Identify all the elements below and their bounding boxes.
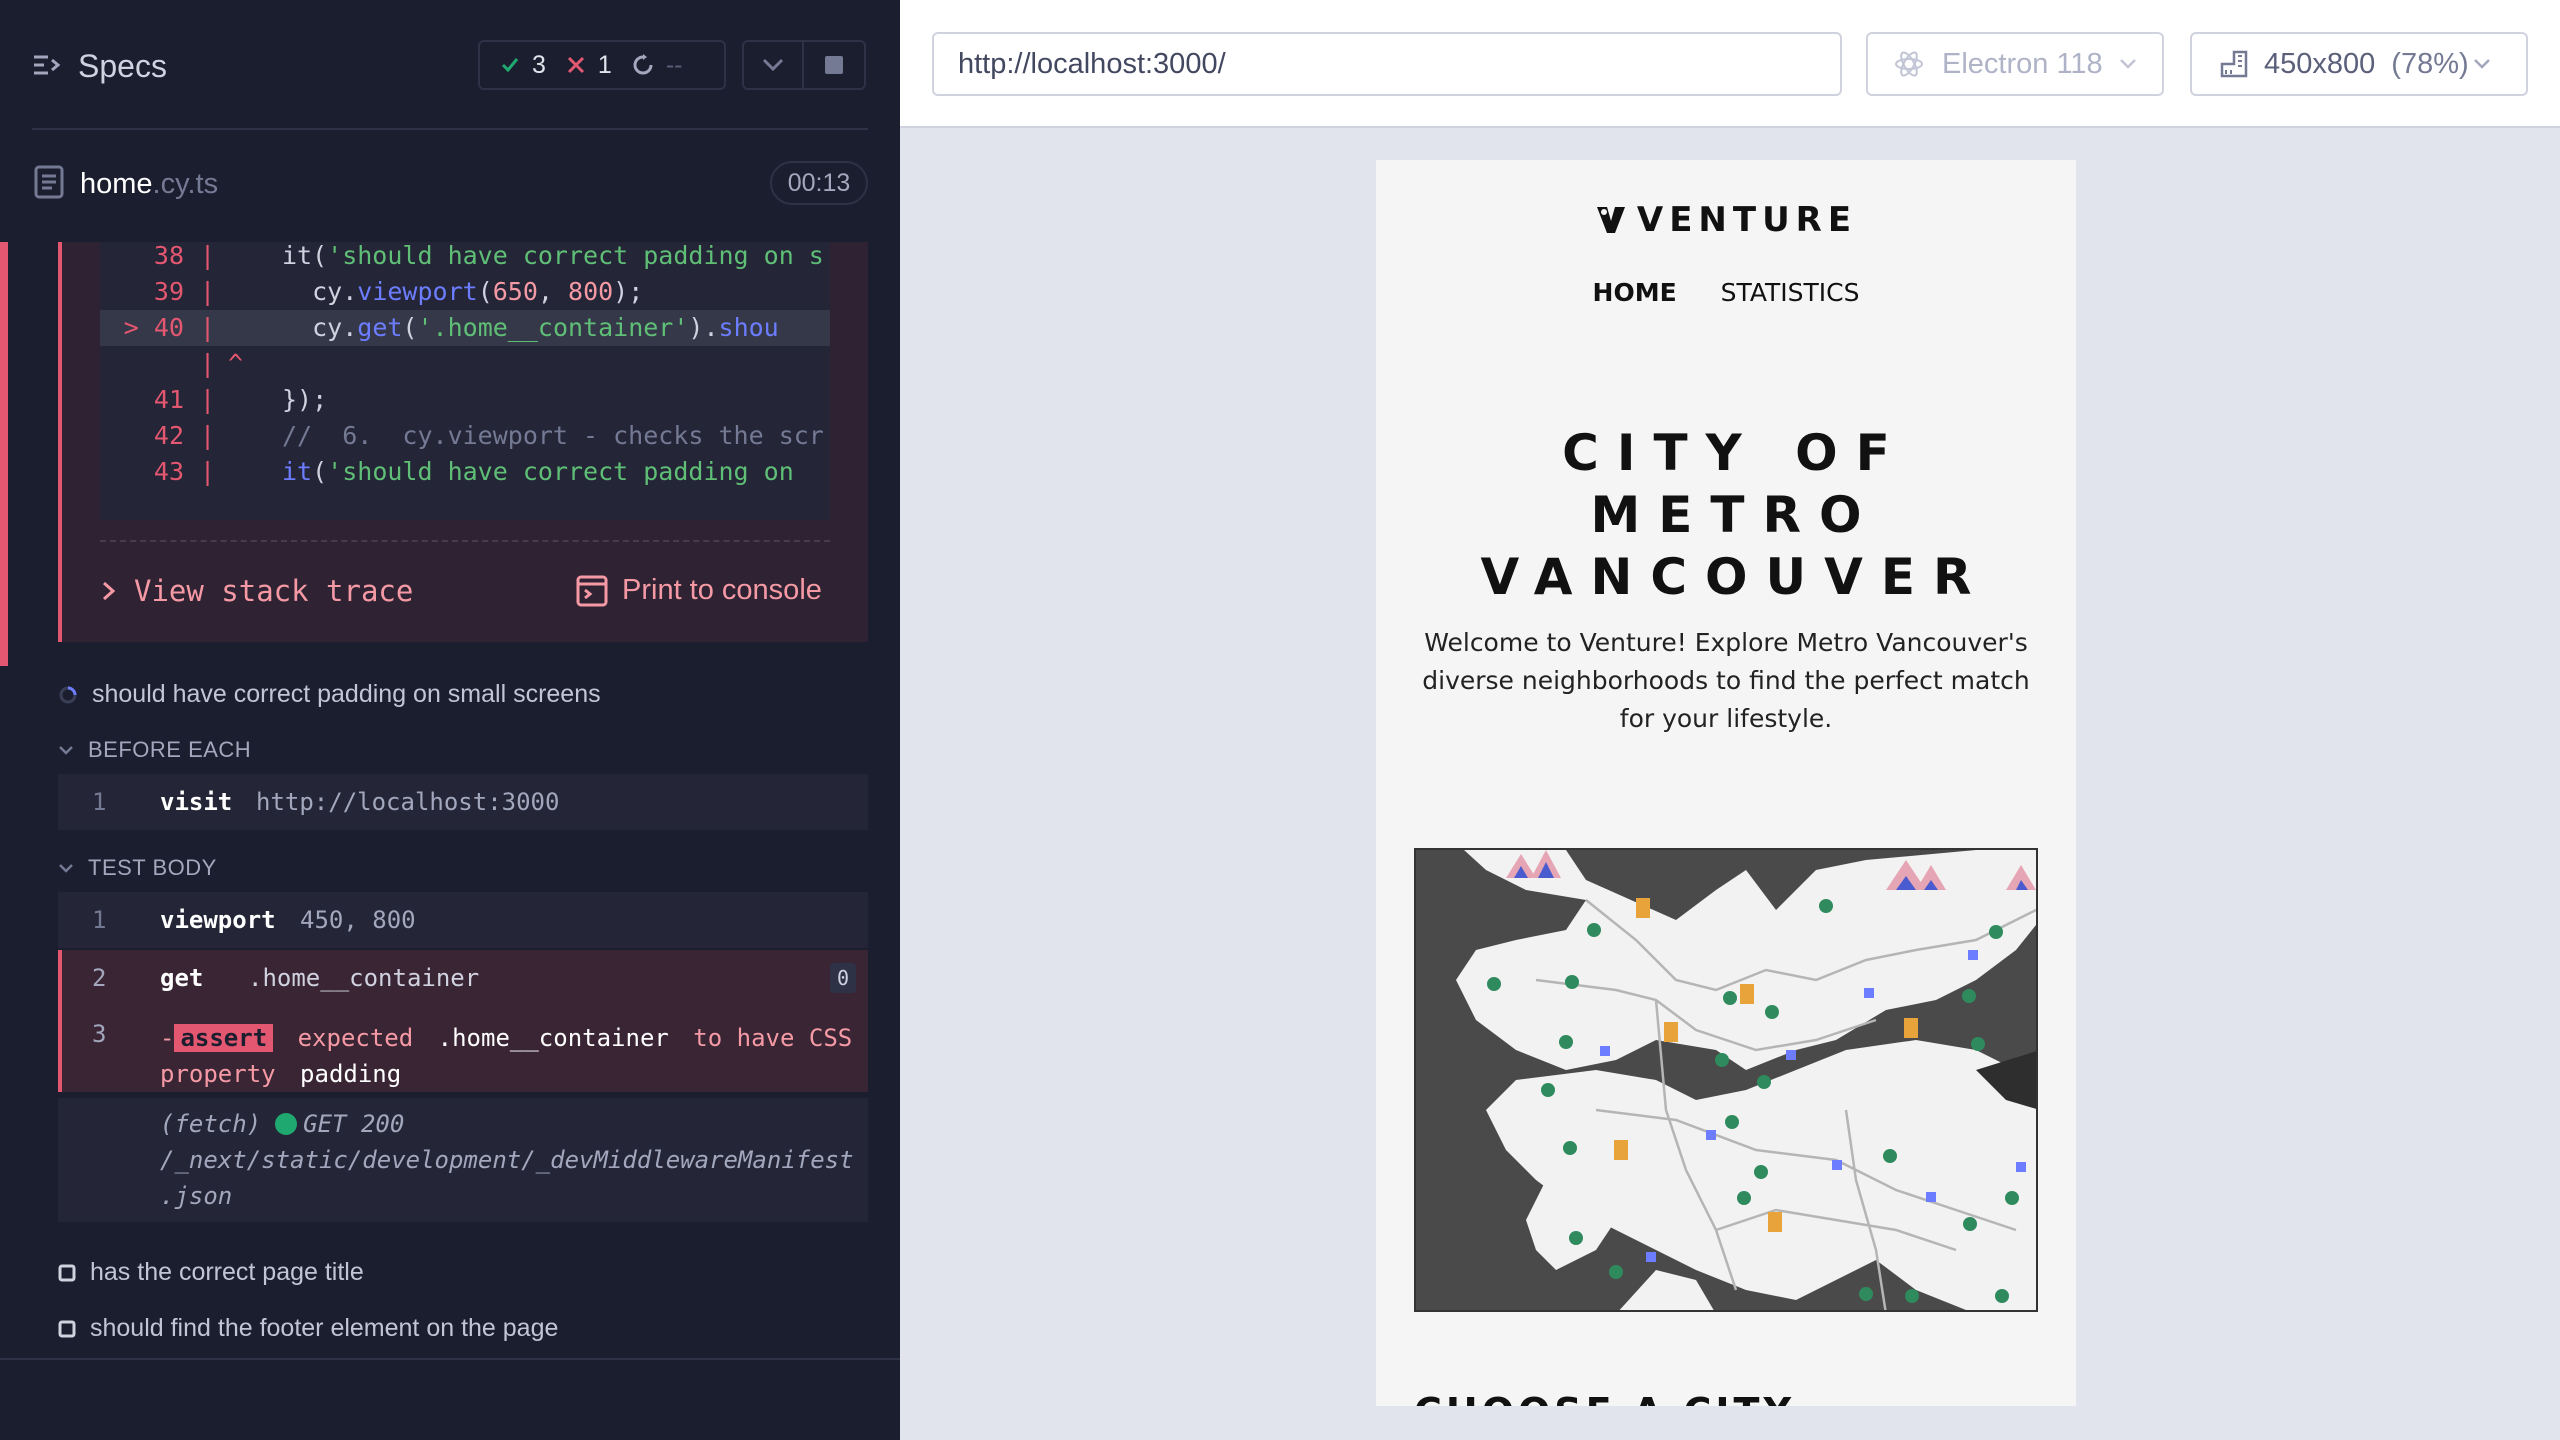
code-line: 42 | // 6. cy.viewport - checks the scr bbox=[100, 418, 830, 454]
nav-home[interactable]: HOME bbox=[1593, 278, 1677, 307]
specs-list-icon[interactable] bbox=[32, 50, 62, 80]
chevron-right-icon bbox=[103, 581, 116, 601]
code-line: > 40 | cy.get('.home__container').shou bbox=[100, 310, 830, 346]
aut-toolbar: http://localhost:3000/ Electron 118 450x… bbox=[900, 0, 2560, 128]
element-count-badge: 0 bbox=[830, 963, 856, 993]
line-number: 38 bbox=[153, 242, 184, 270]
console-icon bbox=[576, 575, 608, 606]
nav-statistics[interactable]: STATISTICS bbox=[1721, 278, 1860, 307]
spec-file-name[interactable]: home.cy.ts bbox=[80, 168, 218, 201]
line-number: 43 bbox=[153, 457, 184, 486]
code-source: ^ bbox=[228, 349, 244, 378]
spec-duration: 00:13 bbox=[770, 161, 868, 205]
print-to-console-button[interactable]: Print to console bbox=[576, 574, 822, 607]
gutter-pipe: | bbox=[200, 242, 216, 270]
code-source: it('should have correct padding on bbox=[282, 457, 809, 486]
chevron-down-icon bbox=[2119, 59, 2136, 69]
choose-city-heading: CHOOSE A CITY bbox=[1414, 1390, 1795, 1406]
command-get-failed[interactable]: 2 get .home__container 0 bbox=[58, 950, 868, 1006]
url-bar[interactable]: http://localhost:3000/ bbox=[932, 32, 1842, 96]
browser-selector[interactable]: Electron 118 bbox=[1866, 32, 2164, 96]
passed-count: 3 bbox=[500, 51, 546, 80]
line-number: 41 bbox=[153, 385, 184, 414]
command-assert-failed[interactable]: 3 - assert expected .home__container to h… bbox=[58, 1006, 868, 1092]
main-nav: HOME STATISTICS bbox=[1376, 278, 2076, 307]
code-line: 43 | it('should have correct padding on bbox=[100, 454, 830, 490]
gutter-pipe: | bbox=[200, 421, 216, 450]
intro-text: Welcome to Venture! Explore Metro Vancou… bbox=[1422, 628, 2030, 733]
header-divider bbox=[32, 128, 868, 130]
electron-icon bbox=[1895, 51, 1923, 77]
code-source: cy.viewport(650, 800); bbox=[282, 277, 644, 306]
code-line: 38 | it('should have correct padding on s bbox=[100, 242, 830, 274]
ruler-icon bbox=[2220, 50, 2248, 78]
code-line: 39 | cy.viewport(650, 800); bbox=[100, 274, 830, 310]
status-ok-dot bbox=[275, 1113, 298, 1135]
reporter-footer-divider bbox=[0, 1358, 900, 1360]
gutter-pipe: | bbox=[200, 313, 216, 342]
x-icon bbox=[567, 56, 584, 74]
pending-count: -- bbox=[632, 51, 682, 80]
code-source: // 6. cy.viewport - checks the scr bbox=[282, 421, 824, 450]
gutter-pipe: | bbox=[200, 277, 216, 306]
code-frame-divider bbox=[100, 540, 830, 542]
pending-spinner-icon bbox=[633, 54, 653, 75]
pending-test-title[interactable]: has the correct page title bbox=[58, 1258, 364, 1287]
running-test-title[interactable]: should have correct padding on small scr… bbox=[58, 680, 601, 709]
vancouver-map-illustration bbox=[1414, 848, 2038, 1312]
failed-test-stripe bbox=[0, 242, 8, 666]
gutter-pipe: | bbox=[200, 385, 216, 414]
command-viewport[interactable]: 1 viewport 450, 800 bbox=[58, 892, 868, 948]
code-source: it('should have correct padding on s bbox=[282, 242, 824, 270]
gutter-pipe: | bbox=[200, 457, 216, 486]
reporter-header: Specs 3 1 -- bbox=[0, 0, 900, 130]
test-stats: 3 1 -- bbox=[478, 40, 726, 90]
line-number: 39 bbox=[153, 277, 184, 306]
hero-title: CITY OF METRO VANCOUVER bbox=[1480, 424, 1990, 606]
gutter-pipe: | bbox=[200, 349, 216, 378]
stop-button[interactable] bbox=[804, 40, 866, 90]
auto-scroll-toggle-button[interactable] bbox=[742, 40, 804, 90]
code-line: | ^ bbox=[100, 346, 830, 382]
test-body-header[interactable]: TEST BODY bbox=[58, 855, 217, 881]
venture-logo[interactable]: VENTURE bbox=[1376, 200, 2076, 240]
command-visit[interactable]: 1 visit http://localhost:3000 bbox=[58, 774, 868, 830]
pending-test-icon bbox=[58, 1320, 76, 1337]
app-preview: VENTURE HOME STATISTICS CITY OF METRO VA… bbox=[1376, 160, 2076, 1406]
fetch-log[interactable]: (fetch) GET 200 /_next/static/development… bbox=[58, 1098, 868, 1222]
chevron-down-icon bbox=[59, 864, 73, 873]
document-icon bbox=[34, 165, 64, 199]
chevron-down-icon bbox=[762, 58, 784, 72]
check-icon bbox=[501, 58, 519, 73]
before-each-hook-header[interactable]: BEFORE EACH bbox=[58, 737, 251, 763]
pending-test-icon bbox=[58, 1264, 76, 1281]
failed-count: 1 bbox=[566, 51, 612, 80]
stop-icon bbox=[825, 56, 843, 74]
code-line: 41 |}); bbox=[100, 382, 830, 418]
line-number: 42 bbox=[153, 421, 184, 450]
code-frame: 38 | it('should have correct padding on s3… bbox=[100, 242, 830, 520]
app-under-test-panel: http://localhost:3000/ Electron 118 450x… bbox=[900, 0, 2560, 1440]
code-source: cy.get('.home__container').shou bbox=[282, 313, 779, 342]
code-source: }); bbox=[282, 385, 328, 414]
view-stack-trace-button[interactable]: View stack trace bbox=[102, 574, 413, 608]
venture-logo-icon bbox=[1596, 207, 1625, 233]
specs-title[interactable]: Specs bbox=[78, 48, 167, 85]
running-spinner-icon bbox=[59, 686, 77, 703]
viewport-info[interactable]: 450x800 (78%) bbox=[2190, 32, 2528, 96]
chevron-down-icon bbox=[59, 746, 73, 755]
assert-tag: assert bbox=[174, 1024, 274, 1052]
chevron-down-icon bbox=[2473, 59, 2490, 69]
pending-test-title[interactable]: should find the footer element on the pa… bbox=[58, 1314, 558, 1343]
reporter-panel: Specs 3 1 -- home.cy.ts 00:13 38 | it('s… bbox=[0, 0, 900, 1440]
spec-file-header: home.cy.ts 00:13 bbox=[0, 150, 900, 216]
line-number: > 40 bbox=[123, 313, 184, 342]
